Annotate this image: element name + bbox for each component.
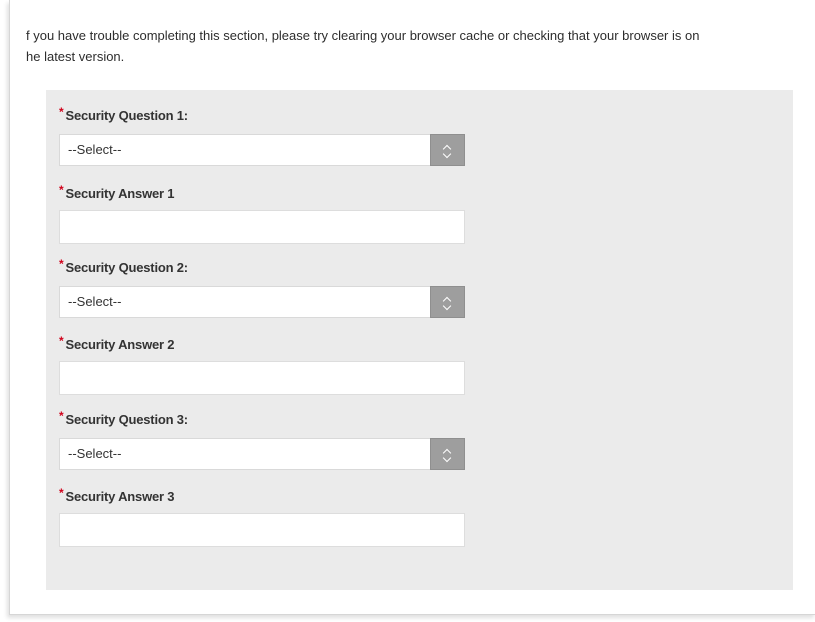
security-answer-3-label: * Security Answer 3 [59, 486, 175, 504]
security-question-2-value: --Select-- [68, 294, 122, 309]
security-question-1-value: --Select-- [68, 142, 122, 157]
security-answer-3-input[interactable] [59, 513, 465, 547]
security-answer-1-input[interactable] [59, 210, 465, 244]
required-marker: * [59, 183, 64, 197]
page-frame: f you have trouble completing this secti… [9, 0, 815, 615]
required-marker: * [59, 486, 64, 500]
intro-line-1: f you have trouble completing this secti… [26, 28, 700, 43]
security-question-2-label: * Security Question 2: [59, 257, 188, 275]
security-question-1-label: * Security Question 1: [59, 105, 188, 123]
chevron-up-down-icon[interactable] [430, 134, 465, 166]
security-answer-2-label: * Security Answer 2 [59, 334, 175, 352]
security-question-3-label-text: Security Question 3: [65, 412, 188, 427]
required-marker: * [59, 409, 64, 423]
security-answer-1-label-text: Security Answer 1 [65, 186, 175, 201]
intro-line-2: he latest version. [26, 49, 125, 64]
required-marker: * [59, 334, 64, 348]
security-questions-panel: * Security Question 1: --Select-- * Securi… [46, 90, 793, 590]
required-marker: * [59, 257, 64, 271]
required-marker: * [59, 105, 64, 119]
chevron-down-icon [442, 149, 452, 159]
chevron-up-down-icon[interactable] [430, 438, 465, 470]
security-answer-2-label-text: Security Answer 2 [65, 337, 175, 352]
security-question-1-label-text: Security Question 1: [65, 108, 188, 123]
security-question-2-label-text: Security Question 2: [65, 260, 188, 275]
security-question-1-select[interactable]: --Select-- [59, 134, 465, 166]
security-question-3-value: --Select-- [68, 446, 122, 461]
chevron-up-down-icon[interactable] [430, 286, 465, 318]
security-answer-2-input[interactable] [59, 361, 465, 395]
chevron-down-icon [442, 453, 452, 463]
security-question-3-label: * Security Question 3: [59, 409, 188, 427]
security-answer-1-label: * Security Answer 1 [59, 183, 175, 201]
security-answer-3-label-text: Security Answer 3 [65, 489, 175, 504]
chevron-down-icon [442, 301, 452, 311]
security-question-3-select[interactable]: --Select-- [59, 438, 465, 470]
intro-text: f you have trouble completing this secti… [26, 28, 806, 67]
security-question-2-select[interactable]: --Select-- [59, 286, 465, 318]
